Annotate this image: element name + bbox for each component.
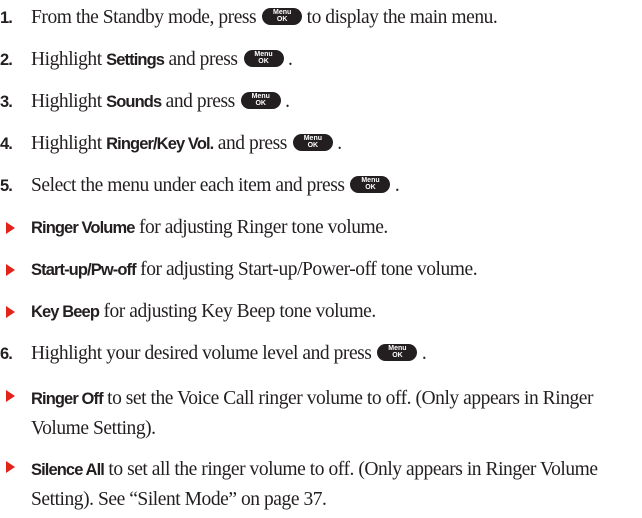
step-5: 5. Select the menu under each item and pr… [0, 174, 642, 198]
bullet-arrow-icon [6, 264, 15, 276]
menu-ok-key-icon: Menu OK [262, 8, 303, 25]
step-number: 1. [0, 9, 13, 27]
bullet-option-text: for adjusting Ringer tone volume. [134, 217, 388, 238]
menu-ok-key-icon: Menu OK [350, 176, 391, 193]
step-menu-name: Settings [106, 51, 165, 69]
step-number: 2. [0, 51, 13, 69]
step-text: From the Standby mode, press [31, 7, 257, 28]
bullet-option-text: for adjusting Start-up/Power-off tone vo… [135, 259, 478, 280]
step-number: 3. [0, 93, 13, 111]
bullet-arrow-icon [6, 390, 15, 402]
bullet-option-name: Key Beep [31, 303, 100, 321]
step-text: Select the menu under each item and pres… [31, 175, 345, 196]
step-number: 6. [0, 345, 13, 363]
bullet-ringer-off: Ringer Off to set the Voice Call ringer … [0, 384, 642, 444]
bullet-option-name: Silence All [31, 461, 105, 479]
step-menu-name: Ringer/Key Vol. [106, 135, 214, 153]
menu-ok-key-icon: Menu OK [292, 134, 333, 151]
bullet-option-text: to set all the ringer volume to off. (On… [31, 459, 598, 510]
step-6: 6. Highlight your desired volume level an… [0, 342, 642, 366]
step-text-end: . [390, 175, 400, 196]
step-text: Highlight [31, 91, 107, 112]
step-text-mid: and press [161, 91, 236, 112]
step-3: 3. Highlight Sounds and press Menu OK . [0, 90, 642, 114]
step-text-mid: and press [213, 133, 288, 154]
manual-page: { "menu_key": { "top": "Menu", "bottom":… [0, 0, 642, 518]
menu-ok-key-icon: Menu OK [377, 344, 418, 361]
menu-ok-key-icon: Menu OK [243, 50, 284, 67]
step-text-end: . [417, 343, 427, 364]
menu-ok-key-icon: Menu OK [240, 92, 281, 109]
step-number: 4. [0, 135, 13, 153]
bullet-option-name: Start-up/Pw-off [31, 261, 137, 279]
bullet-arrow-icon [6, 461, 15, 473]
step-menu-name: Sounds [106, 93, 162, 111]
step-number: 5. [0, 177, 13, 195]
bullet-option-text: to set the Voice Call ringer volume to o… [31, 388, 594, 439]
bullet-option-name: Ringer Volume [31, 219, 135, 237]
step-text: Highlight [31, 49, 107, 70]
step-1: 1. From the Standby mode, press Menu OK to … [0, 6, 642, 30]
step-text-end: to display the main menu. [302, 7, 498, 28]
step-text: Highlight [31, 133, 107, 154]
step-2: 2. Highlight Settings and press Menu OK . [0, 48, 642, 72]
bullet-arrow-icon [6, 306, 15, 318]
bullet-option-text: for adjusting Key Beep tone volume. [99, 301, 376, 322]
bullet-arrow-icon [6, 222, 15, 234]
step-text: Highlight your desired volume level and … [31, 343, 372, 364]
step-4: 4. Highlight Ringer/Key Vol. and press Men… [0, 132, 642, 156]
bullet-silence-all: Silence All to set all the ringer volume… [0, 455, 642, 515]
step-text-end: . [283, 49, 293, 70]
bullet-option-name: Ringer Off [31, 390, 104, 408]
step-text-end: . [332, 133, 342, 154]
step-text-end: . [280, 91, 290, 112]
step-text-mid: and press [164, 49, 238, 70]
